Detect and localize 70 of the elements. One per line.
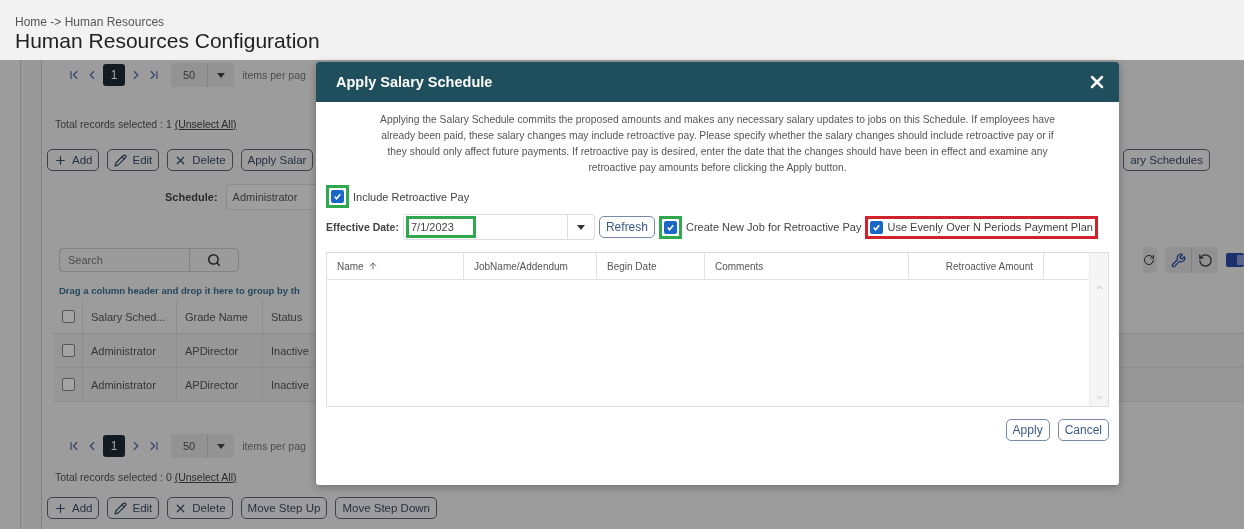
table-cell: Administrator xyxy=(82,368,176,401)
breadcrumb: Home -> Human Resources xyxy=(15,16,166,29)
unselect-all-link[interactable]: (Unselect All) xyxy=(174,471,237,483)
option-label: Use Evenly Over N Periods Payment Plan xyxy=(887,221,1093,233)
schedule-label: Schedule: xyxy=(165,191,218,203)
search-button[interactable] xyxy=(189,248,239,272)
page-size-dropdown[interactable]: 50 xyxy=(171,63,235,87)
checkbox[interactable] xyxy=(664,220,677,234)
table-cell: APDirector xyxy=(176,368,262,401)
page-title: Human Resources Configuration xyxy=(15,29,321,53)
refresh-button[interactable]: Refresh xyxy=(598,216,655,238)
dialog-message: Applying the Salary Schedule commits the proposed amounts and makes any necessary salary updates to jobs on this Schedule. If employees have already been paid, these salary changes may include retroactive pay. Please specify whether the salary changes should include retroactive pay or if they should only affect future payments. If retroactive pay is desired, enter the date that the changes should have been in effect and examine any retroactive pay amounts before clicking the Apply button. xyxy=(379,113,1056,175)
column-header[interactable]: Begin Date xyxy=(597,253,705,279)
refresh-icon xyxy=(1143,253,1155,267)
search-field[interactable]: Search xyxy=(59,248,189,272)
toolbar-button[interactable]: Delete xyxy=(167,497,233,519)
table-cell: Administrator xyxy=(82,334,176,367)
checkmark-icon xyxy=(666,222,675,232)
pencil-icon xyxy=(114,501,128,515)
checkbox[interactable] xyxy=(331,190,344,203)
column-header[interactable]: Grade Name xyxy=(176,300,262,333)
table-cell: APDirector xyxy=(176,334,262,367)
plus-icon xyxy=(54,153,67,167)
column-header[interactable]: Name xyxy=(327,253,464,279)
group-by-hint: Drag a column header and drop it here to group by th xyxy=(58,284,300,296)
toolbar-button[interactable]: ary Schedules xyxy=(1123,149,1210,171)
sort-arrow-icon xyxy=(367,261,378,271)
search-icon xyxy=(207,253,221,267)
toolbar-button[interactable]: Edit xyxy=(107,149,160,171)
selection-summary: Total records selected : 0 (Unselect All) xyxy=(54,471,237,483)
checkbox[interactable] xyxy=(61,310,75,323)
checkbox[interactable] xyxy=(61,378,75,391)
option-label: Create New Job for Retroactive Pay xyxy=(686,221,862,233)
checkbox[interactable] xyxy=(870,220,884,234)
spreadsheet-icon[interactable] xyxy=(1226,251,1244,269)
last-page-icon[interactable] xyxy=(147,439,161,453)
selection-summary: Total records selected : 1 (Unselect All) xyxy=(54,118,237,130)
plus-icon xyxy=(54,501,67,515)
toolbar-button[interactable]: Add xyxy=(47,497,100,519)
dialog-button[interactable]: Cancel xyxy=(1057,419,1109,441)
toolbar-button[interactable] xyxy=(1143,247,1157,273)
toolbar-button[interactable]: Apply Salar xyxy=(240,149,314,171)
items-per-page-label: items per pag xyxy=(242,440,306,452)
toolbar-button[interactable]: Delete xyxy=(167,149,233,171)
date-field[interactable]: 7/1/2023 xyxy=(402,214,595,240)
items-per-page-label: items per pag xyxy=(242,69,306,81)
first-page-icon[interactable] xyxy=(67,68,81,82)
effective-date-label: Effective Date: xyxy=(326,221,399,233)
pencil-icon xyxy=(114,153,128,167)
toolbar-button[interactable]: Move Step Down xyxy=(335,497,437,519)
toolbar-button[interactable]: Add xyxy=(47,149,100,171)
page-button[interactable]: 1 xyxy=(103,64,125,86)
unselect-all-link[interactable]: (Unselect All) xyxy=(174,118,237,130)
toolbar-button[interactable]: Edit xyxy=(107,497,160,519)
page-size-dropdown[interactable]: 50 xyxy=(171,434,235,458)
checkbox[interactable] xyxy=(61,344,75,357)
dialog-button[interactable]: Apply xyxy=(1005,419,1050,441)
column-header[interactable]: Salary Sched... xyxy=(82,300,176,333)
column-header[interactable]: JobName/Addendum xyxy=(464,253,597,279)
highlight-frame: 7/1/2023 xyxy=(405,216,476,238)
column-header[interactable]: Retroactive Amount xyxy=(909,253,1044,279)
checkmark-icon xyxy=(872,222,882,232)
checkmark-icon xyxy=(333,192,342,201)
dialog-title: Apply Salary Schedule xyxy=(336,74,493,90)
column-header[interactable]: Comments xyxy=(705,253,909,279)
first-page-icon[interactable] xyxy=(67,439,81,453)
toolbar-button[interactable]: Move Step Up xyxy=(240,497,328,519)
option-label: Include Retroactive Pay xyxy=(353,190,470,203)
page-button[interactable]: 1 xyxy=(103,435,125,457)
last-page-icon[interactable] xyxy=(147,68,161,82)
